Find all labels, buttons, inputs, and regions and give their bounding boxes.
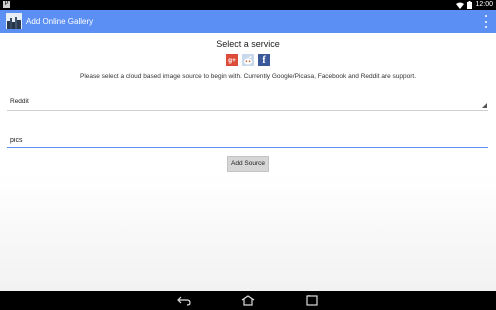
source-select[interactable]: Reddit	[7, 96, 488, 111]
notification-icon: P	[3, 1, 10, 8]
back-icon[interactable]	[177, 295, 191, 306]
status-bar: P 12:00	[0, 0, 496, 10]
google-plus-icon[interactable]: g+	[226, 54, 238, 66]
battery-icon	[467, 1, 473, 9]
info-text: Please select a cloud based image source…	[79, 73, 417, 80]
gallery-app-icon[interactable]	[6, 13, 22, 29]
recents-icon[interactable]	[305, 295, 319, 306]
home-icon[interactable]	[241, 295, 255, 306]
facebook-icon[interactable]: f	[258, 54, 270, 66]
main-content: Select a service g+ f Please select a cl…	[0, 33, 496, 291]
wifi-icon	[456, 2, 465, 9]
dropdown-arrow-icon	[482, 103, 487, 108]
add-source-button[interactable]: Add Source	[227, 156, 269, 172]
subreddit-input[interactable]	[7, 134, 480, 146]
section-heading: Select a service	[216, 39, 280, 49]
action-bar: Add Online Gallery	[0, 10, 496, 33]
source-select-value: Reddit	[10, 98, 29, 105]
service-icons: g+ f	[226, 54, 270, 66]
clock: 12:00	[475, 1, 493, 8]
navigation-bar	[0, 291, 496, 310]
subreddit-input-wrapper	[7, 134, 488, 148]
overflow-menu-icon[interactable]	[484, 15, 488, 28]
page-title: Add Online Gallery	[26, 17, 94, 26]
reddit-icon[interactable]	[242, 54, 254, 66]
